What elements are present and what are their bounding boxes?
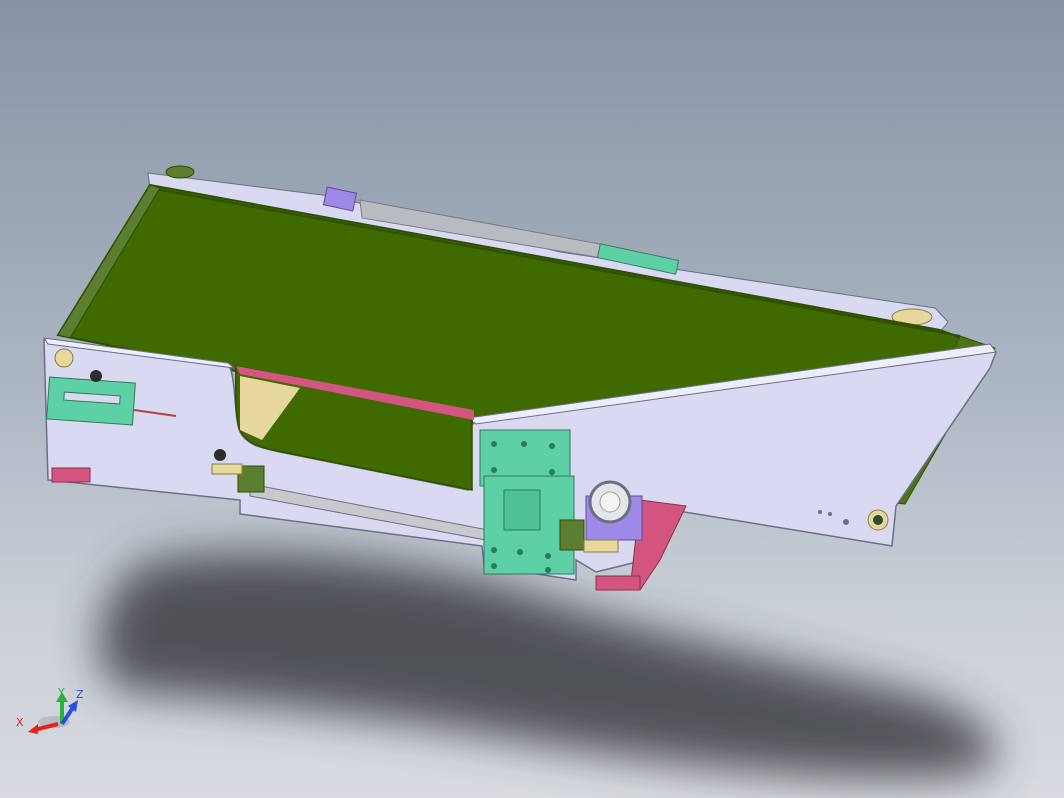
rear-idler-roller[interactable] <box>165 165 195 179</box>
right-guide-block[interactable] <box>559 519 585 551</box>
left-bolt-hole <box>90 370 102 382</box>
coordinate-triad: X Y Z <box>16 686 84 734</box>
x-axis-label: X <box>16 716 24 729</box>
model-shadow <box>98 551 997 779</box>
base-foot-right[interactable] <box>595 575 641 591</box>
left-foot-block[interactable] <box>51 467 91 483</box>
left-mount-screw <box>214 449 226 461</box>
graphics-viewport[interactable]: X Y Z <box>0 0 1064 798</box>
conveyor-model[interactable] <box>0 0 1064 798</box>
y-axis-label: Y <box>57 686 65 699</box>
center-slide-riser[interactable] <box>503 489 541 531</box>
right-end-bearing-center <box>873 515 883 525</box>
x-axis-arrowhead-icon <box>28 724 38 734</box>
left-spring-plunger[interactable] <box>211 463 243 475</box>
drive-drum-hub <box>599 491 621 513</box>
left-roller-bearing[interactable] <box>54 348 74 368</box>
z-axis-label: Z <box>76 688 84 701</box>
right-spring-plunger[interactable] <box>583 539 619 553</box>
